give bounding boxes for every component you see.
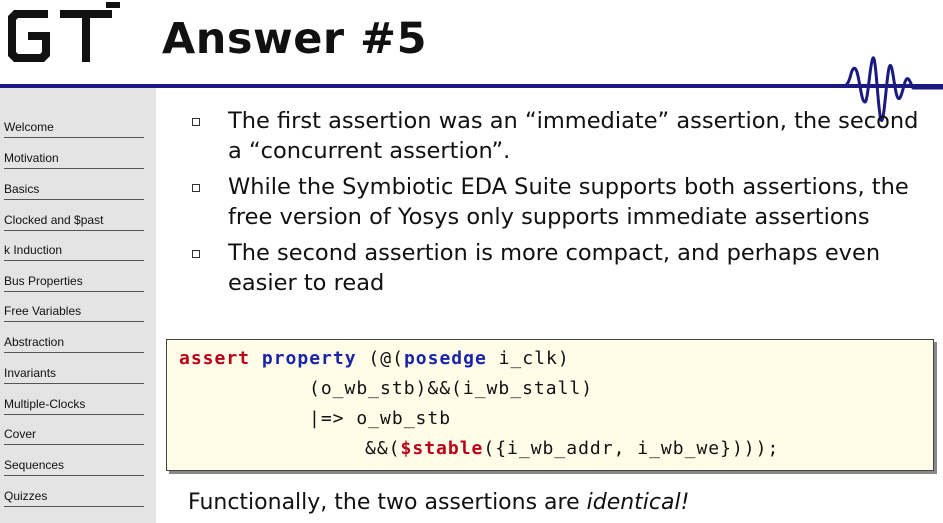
sidebar-item-sequences[interactable]: Sequences [4,458,144,476]
bullet-text-line: easier to read [228,270,385,296]
sidebar-item-invariants[interactable]: Invariants [4,366,144,384]
code-line-4: &&($stable({i_wb_addr, i_wb_we}))); [365,438,779,459]
bullet-item: The second assertion is more compact, an… [188,238,933,298]
conclusion-text: Functionally, the two assertions are ide… [188,490,689,515]
code-line-1: assert property (@(posedge i_clk) [179,348,570,369]
sidebar-item-basics[interactable]: Basics [4,182,144,200]
bullet-text-line: a “concurrent assertion”. [228,138,511,164]
conclusion-text-emphasis: identical! [586,490,690,515]
sidebar-item-motivation[interactable]: Motivation [4,151,144,169]
code-keyword: assert [179,348,251,369]
bullet-text-line: The first assertion was an “immediate” a… [228,108,919,134]
conclusion-text-main: Functionally, the two assertions are [188,490,587,515]
sidebar-item-free-variables[interactable]: Free Variables [4,304,144,322]
sidebar-nav: Welcome Motivation Basics Clocked and $p… [0,88,156,523]
bullet-text-line: The second assertion is more compact, an… [228,240,881,266]
sidebar-item-bus-properties[interactable]: Bus Properties [4,274,144,292]
code-line-3: |=> o_wb_stb [309,408,452,429]
bullet-list: The first assertion was an “immediate” a… [188,106,933,304]
sidebar-item-welcome[interactable]: Welcome [4,120,144,138]
code-text: ({i_wb_addr, i_wb_we}))); [483,438,780,459]
code-text: i_clk) [486,348,570,369]
bullet-square-icon [192,184,200,192]
code-line-2: (o_wb_stb)&&(i_wb_stall) [309,378,594,399]
code-text: &&( [365,438,401,459]
bullet-square-icon [192,250,200,258]
code-text: (@( [356,348,404,369]
sidebar-item-cover[interactable]: Cover [4,427,144,445]
slide-header: Answer #5 [0,0,943,122]
code-keyword: posedge [403,348,487,369]
slide-title: Answer #5 [162,14,427,64]
sidebar-item-multiple-clocks[interactable]: Multiple-Clocks [4,397,144,415]
bullet-text-line: While the Symbiotic EDA Suite supports b… [228,174,909,200]
sidebar-item-quizzes[interactable]: Quizzes [4,489,144,507]
gt-logo-icon [8,2,120,62]
sidebar-item-abstraction[interactable]: Abstraction [4,335,144,353]
code-keyword: property [261,348,357,369]
bullet-item: The first assertion was an “immediate” a… [188,106,933,166]
sidebar-item-k-induction[interactable]: k Induction [4,243,144,261]
bullet-text-line: free version of Yosys only supports imme… [228,204,870,230]
code-block: assert property (@(posedge i_clk) (o_wb_… [166,339,934,471]
bullet-square-icon [192,118,200,126]
sidebar-item-clocked-past[interactable]: Clocked and $past [4,213,144,231]
code-keyword: $stable [400,438,484,459]
bullet-item: While the Symbiotic EDA Suite supports b… [188,172,933,232]
